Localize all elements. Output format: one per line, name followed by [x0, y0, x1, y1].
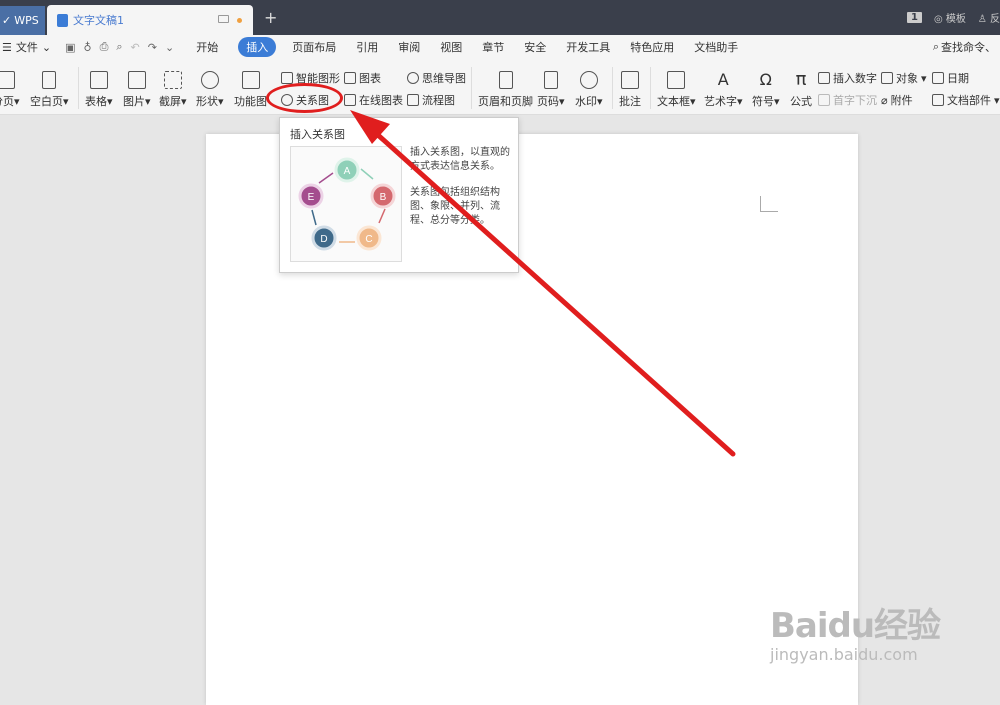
- arrow-shaft: [365, 123, 736, 457]
- baidu-watermark: Baidu经验 jingyan.baidu.com: [770, 598, 941, 664]
- watermark-url: jingyan.baidu.com: [770, 645, 918, 664]
- watermark-logo-text: Baidu经验: [770, 606, 941, 646]
